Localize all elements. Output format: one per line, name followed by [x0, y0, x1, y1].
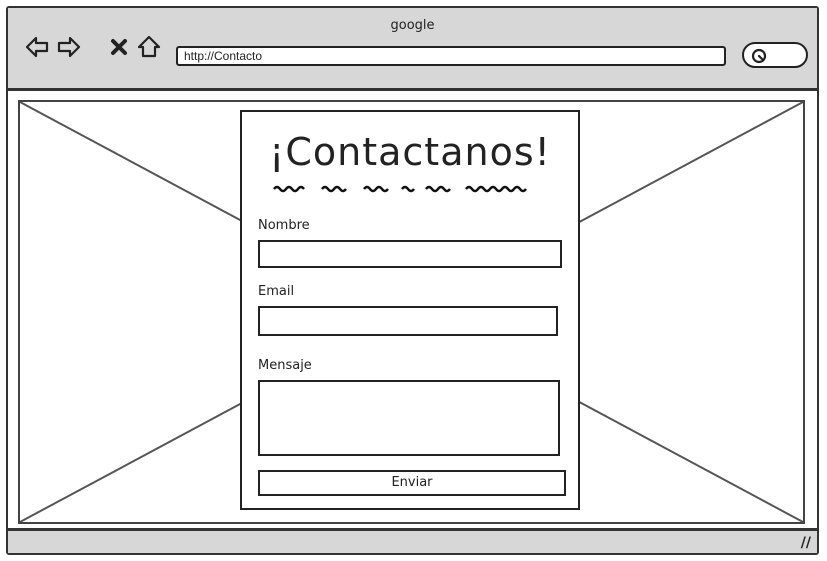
stop-button[interactable]	[106, 34, 132, 60]
email-field[interactable]	[258, 306, 558, 336]
address-bar[interactable]: http://Contacto	[176, 46, 726, 66]
arrow-left-icon	[25, 36, 49, 58]
search-button[interactable]	[742, 42, 808, 68]
home-button[interactable]	[136, 34, 162, 60]
resize-grip-icon[interactable]: //	[801, 535, 811, 551]
page-title: ¡Contactanos!	[269, 130, 551, 174]
mensaje-label: Mensaje	[258, 358, 312, 373]
forward-button[interactable]	[56, 34, 82, 60]
search-icon	[751, 48, 767, 64]
contact-form: ¡Contactanos! Nombre Email Mensaje Envia…	[240, 110, 580, 510]
back-button[interactable]	[24, 34, 50, 60]
home-icon	[137, 35, 161, 58]
arrow-right-icon	[57, 36, 81, 58]
nombre-field[interactable]	[258, 240, 562, 268]
nombre-label: Nombre	[258, 218, 310, 233]
close-icon	[111, 39, 127, 55]
window-title: google	[390, 18, 435, 33]
mensaje-field[interactable]	[258, 380, 560, 456]
subtitle-scribble	[273, 185, 527, 193]
browser-chrome: google http://Contacto	[8, 8, 817, 91]
status-bar: //	[8, 528, 817, 553]
email-label: Email	[258, 284, 295, 299]
submit-button[interactable]: Enviar	[258, 470, 566, 496]
